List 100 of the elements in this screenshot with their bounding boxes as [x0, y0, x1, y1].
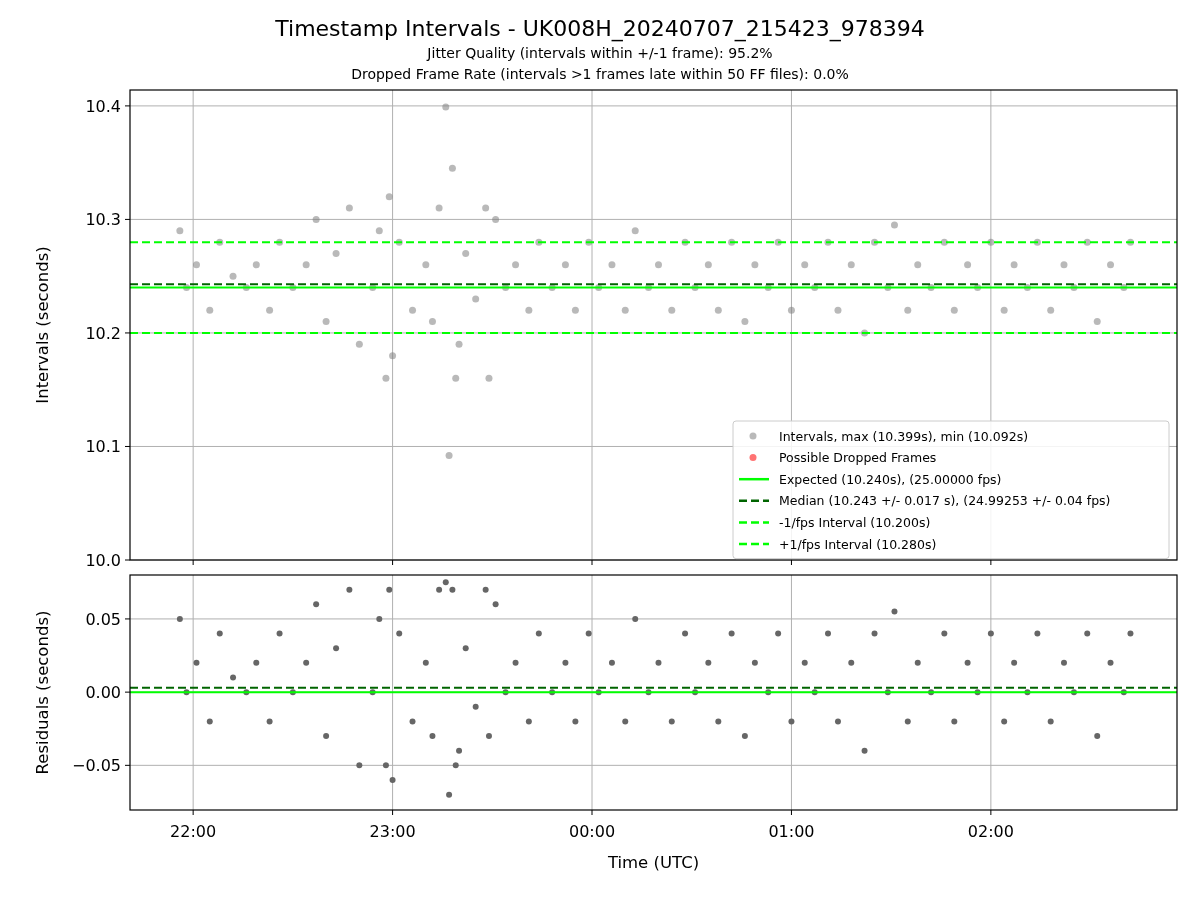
data-point	[964, 659, 971, 666]
legend-label: Intervals, max (10.399s), min (10.092s)	[779, 428, 1029, 444]
data-point	[176, 227, 184, 235]
legend-marker	[749, 432, 757, 440]
figure-subtitle: Jitter Quality (intervals within +/-1 frame): 95.2%	[427, 44, 773, 63]
data-point	[395, 238, 403, 246]
legend-line	[739, 499, 769, 503]
legend-line	[739, 521, 769, 524]
data-point	[884, 284, 892, 292]
x-tick-label: 01:00	[768, 822, 815, 841]
data-point	[775, 630, 782, 637]
data-point	[409, 306, 416, 314]
data-point	[266, 718, 273, 725]
data-point	[482, 586, 489, 593]
legend-line	[739, 542, 769, 546]
data-point	[655, 261, 662, 269]
legend-label: +1/fps Interval (10.280s)	[779, 536, 937, 552]
data-point	[386, 586, 393, 593]
data-point	[692, 689, 699, 696]
data-point	[276, 630, 283, 637]
data-point	[206, 306, 214, 314]
data-point	[691, 284, 699, 292]
y-tick-label: 10.0	[85, 551, 121, 568]
data-point	[987, 630, 994, 637]
data-point	[445, 452, 453, 460]
data-point	[502, 689, 509, 696]
data-point	[485, 374, 493, 382]
data-point	[668, 306, 676, 314]
data-point	[492, 215, 500, 223]
data-point	[535, 630, 542, 637]
data-point	[622, 718, 629, 725]
x-tick-label: 00:00	[568, 822, 616, 841]
data-point	[333, 645, 340, 652]
data-point	[429, 733, 436, 740]
data-point	[571, 306, 579, 314]
data-point	[765, 689, 772, 696]
data-point	[741, 733, 748, 740]
y-tick-label: 10.4	[85, 96, 121, 116]
data-point	[951, 718, 958, 725]
data-point	[376, 615, 383, 622]
data-point	[455, 340, 463, 348]
data-point	[811, 284, 819, 292]
data-point	[1120, 284, 1128, 292]
data-point	[385, 193, 393, 201]
data-point	[825, 630, 831, 637]
data-point	[914, 261, 922, 269]
data-point	[448, 164, 456, 172]
data-point	[715, 718, 722, 725]
y-tick-label: 0.05	[85, 609, 121, 629]
data-point	[452, 374, 460, 382]
data-point	[632, 615, 639, 622]
data-point	[714, 306, 722, 314]
data-point	[950, 306, 958, 314]
data-point	[446, 791, 453, 798]
data-point	[525, 718, 532, 725]
data-point	[485, 733, 492, 740]
data-point	[631, 227, 639, 235]
data-point	[422, 261, 430, 269]
data-point	[764, 284, 772, 292]
x-tick-label: 02:00	[967, 822, 1014, 841]
data-point	[369, 689, 376, 696]
data-point	[462, 645, 469, 652]
data-point	[313, 601, 320, 608]
data-point	[884, 689, 891, 696]
data-point	[346, 586, 353, 593]
data-point	[1001, 718, 1008, 725]
data-point	[216, 630, 223, 637]
data-point	[705, 659, 712, 666]
data-point	[621, 306, 629, 314]
data-point	[442, 103, 450, 111]
data-point	[871, 630, 878, 637]
data-point	[645, 689, 652, 696]
data-point	[462, 250, 470, 257]
data-point	[472, 703, 479, 710]
y-tick-label: −0.05	[71, 756, 121, 776]
data-point	[230, 674, 237, 681]
legend-label: Expected (10.240s), (25.00000 fps)	[779, 471, 1002, 487]
data-point	[1107, 261, 1114, 269]
data-point	[668, 718, 675, 725]
data-point	[904, 306, 912, 314]
legend-marker	[749, 454, 757, 462]
data-point	[1126, 238, 1134, 246]
data-point	[834, 306, 842, 314]
data-point	[801, 659, 808, 666]
data-point	[302, 261, 310, 269]
data-point	[266, 306, 274, 314]
data-point	[1033, 238, 1041, 246]
data-point	[428, 318, 436, 326]
data-point	[572, 718, 579, 725]
x-axis-label: Time (UTC)	[607, 853, 700, 872]
data-point	[252, 261, 260, 269]
data-point	[512, 659, 519, 666]
data-point	[1011, 659, 1018, 666]
data-point	[1000, 306, 1008, 314]
data-point	[891, 221, 898, 229]
data-point	[974, 284, 982, 292]
data-point	[871, 238, 879, 246]
data-point	[355, 340, 363, 348]
data-point	[704, 261, 712, 269]
data-point	[1120, 689, 1127, 696]
